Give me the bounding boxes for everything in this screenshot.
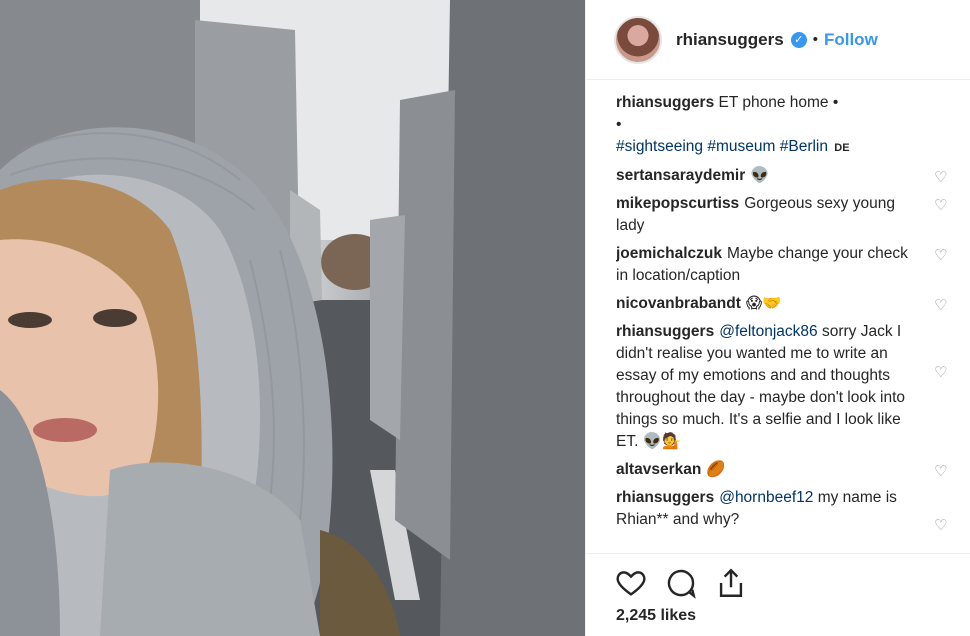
- caption-line2: •: [616, 116, 622, 133]
- post-side-panel: rhiansuggers ✓ • Follow rhiansuggers ET …: [585, 0, 970, 636]
- comment-item: altavserkan 🏉 ♡: [616, 459, 956, 481]
- share-icon[interactable]: [714, 566, 748, 600]
- comment-text: 🏉: [706, 461, 726, 478]
- comment-username[interactable]: sertansaraydemir: [616, 167, 745, 184]
- avatar[interactable]: [614, 15, 662, 64]
- header-username[interactable]: rhiansuggers: [676, 30, 784, 50]
- post-photo[interactable]: [0, 0, 585, 636]
- post-caption: rhiansuggers ET phone home • • #sightsee…: [616, 92, 956, 159]
- comment-username[interactable]: mikepopscurtiss: [616, 195, 739, 212]
- verified-badge-icon: ✓: [790, 31, 807, 48]
- comment-mention[interactable]: @hornbeef12: [719, 489, 813, 506]
- comment-item: nicovanbrabandt 😱🤝 ♡: [616, 293, 956, 315]
- comment-username[interactable]: rhiansuggers: [616, 323, 714, 340]
- comment-item: rhiansuggers @feltonjack86 sorry Jack I d…: [616, 321, 956, 453]
- separator-dot: •: [812, 31, 818, 48]
- comment-like-heart-icon[interactable]: ♡: [934, 298, 950, 313]
- post-actions-bar: 2,245 likes: [586, 553, 970, 636]
- comment-icon[interactable]: [664, 566, 698, 600]
- comment-text: sorry Jack I didn't realise you wanted m…: [616, 323, 906, 450]
- likes-count[interactable]: 2,245 likes: [616, 607, 696, 625]
- action-icons: [614, 566, 748, 600]
- comments-list[interactable]: rhiansuggers ET phone home • • #sightsee…: [616, 92, 956, 550]
- hashtag-sightseeing[interactable]: #sightseeing: [616, 138, 703, 155]
- comment-username[interactable]: rhiansuggers: [616, 489, 714, 506]
- comment-like-heart-icon[interactable]: ♡: [934, 248, 950, 263]
- comment-item: sertansaraydemir 👽 ♡: [616, 165, 956, 187]
- caption-username[interactable]: rhiansuggers: [616, 94, 714, 111]
- comment-like-heart-icon[interactable]: ♡: [934, 518, 950, 533]
- comment-username[interactable]: joemichalczuk: [616, 245, 722, 262]
- comment-username[interactable]: nicovanbrabandt: [616, 295, 741, 312]
- comment-username[interactable]: altavserkan: [616, 461, 701, 478]
- post-header: rhiansuggers ✓ • Follow: [586, 0, 970, 80]
- comment-item: mikepopscurtiss Gorgeous sexy young lady …: [616, 193, 956, 237]
- comment-item: rhiansuggers @hornbeef12 my name is Rhian…: [616, 487, 956, 533]
- follow-button[interactable]: Follow: [824, 30, 878, 50]
- heart-icon[interactable]: [614, 566, 648, 600]
- comment-text: 👽: [750, 167, 770, 184]
- caption-text: ET phone home •: [718, 94, 839, 111]
- location-badge: DE: [834, 142, 850, 154]
- hashtag-museum[interactable]: #museum: [707, 138, 775, 155]
- photo-illustration: [0, 0, 585, 636]
- comment-item: joemichalczuk Maybe change your check in …: [616, 243, 956, 287]
- comment-like-heart-icon[interactable]: ♡: [934, 365, 950, 380]
- comment-like-heart-icon[interactable]: ♡: [934, 170, 950, 185]
- comment-like-heart-icon[interactable]: ♡: [934, 198, 950, 213]
- comment-mention[interactable]: @feltonjack86: [719, 323, 817, 340]
- comment-like-heart-icon[interactable]: ♡: [934, 464, 950, 479]
- comment-text: 😱🤝: [745, 295, 782, 312]
- hashtag-berlin[interactable]: #Berlin: [780, 138, 828, 155]
